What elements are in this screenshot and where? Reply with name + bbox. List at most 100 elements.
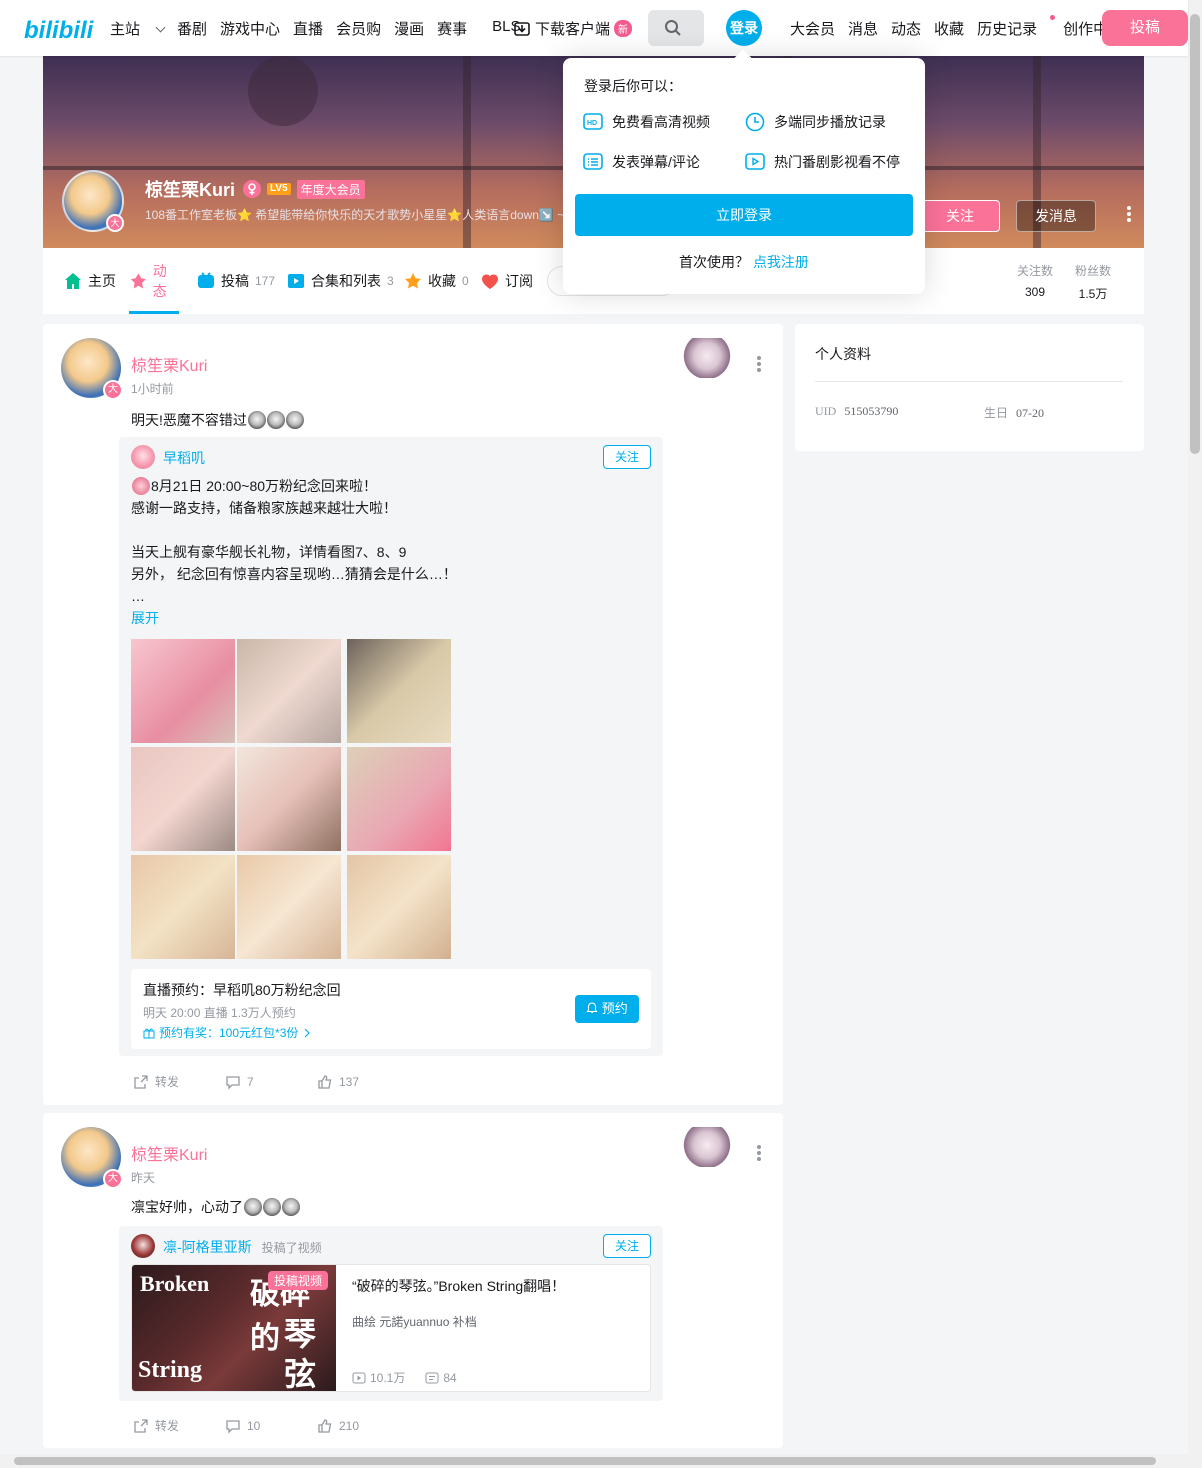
emoji-icon (132, 477, 150, 495)
nav-messages[interactable]: 消息 (848, 18, 878, 39)
reserve-label: 预约 (601, 1001, 628, 1016)
download-client-link[interactable]: 下载客户端 新 (513, 18, 633, 39)
repost-author-name[interactable]: 凛-阿格里亚斯 (163, 1239, 252, 1255)
nav-main-station[interactable]: 主站 (110, 18, 166, 39)
register-link[interactable]: 点我注册 (753, 254, 809, 270)
nav-vip[interactable]: 大会员 (790, 18, 835, 39)
grid-image[interactable] (237, 747, 341, 851)
comment-button[interactable]: 7 (225, 1073, 317, 1090)
scrollbar-thumb[interactable] (1190, 14, 1200, 454)
nav-bangumi[interactable]: 番剧 (177, 18, 207, 39)
like-count: 210 (339, 1418, 360, 1433)
repost-author-avatar[interactable] (131, 445, 155, 469)
tab-subscriptions[interactable]: 订阅 (480, 248, 533, 314)
tab-dynamics[interactable]: 动态 (129, 248, 179, 314)
grid-image[interactable] (237, 639, 341, 743)
tab-collections[interactable]: 合集和列表 3 (286, 248, 394, 314)
forward-button[interactable]: 转发 (133, 1073, 225, 1090)
level-badge: LV5 (267, 183, 291, 195)
expand-link[interactable]: 展开 (131, 607, 651, 629)
nav-game-center[interactable]: 游戏中心 (220, 18, 280, 39)
video-title[interactable]: “破碎的琴弦。”Broken String翻唱！ (352, 1276, 565, 1296)
video-cover[interactable]: Broken String 破碎的 琴 弦 投稿视频 (132, 1265, 336, 1391)
list-icon (583, 153, 603, 170)
vertical-scrollbar[interactable] (1188, 0, 1202, 1468)
login-now-button[interactable]: 立即登录 (575, 194, 913, 236)
video-card[interactable]: Broken String 破碎的 琴 弦 投稿视频 “破碎的琴弦。”Broke… (131, 1264, 651, 1392)
follow-button[interactable]: 关注 (920, 200, 1000, 232)
repost-author-row: 凛-阿格里亚斯 投稿了视频 (163, 1237, 322, 1257)
svg-text:bilibili: bilibili (24, 17, 95, 44)
send-message-button[interactable]: 发消息 (1016, 200, 1096, 232)
horizontal-scrollbar[interactable] (0, 1454, 1188, 1468)
tab-label: 投稿 (221, 273, 249, 289)
live-reservation-card[interactable]: 直播预约：早稻叽80万粉纪念回 明天 20:00 直播 1.3万人预约 预约有奖… (131, 969, 651, 1049)
bilibili-logo[interactable]: bilibili (24, 12, 96, 44)
nav-manga[interactable]: 漫画 (394, 18, 424, 39)
upload-button[interactable]: 投稿 (1102, 10, 1188, 46)
reposted-card[interactable]: 凛-阿格里亚斯 投稿了视频 关注 Broken String 破碎的 琴 弦 投… (119, 1226, 663, 1401)
post-author-name[interactable]: 椋笙栗Kuri (131, 1141, 207, 1165)
grid-image[interactable] (347, 747, 451, 851)
post-author-name[interactable]: 椋笙栗Kuri (131, 352, 207, 376)
video-stats: 10.1万 84 (352, 1369, 457, 1386)
tab-home[interactable]: 主页 (63, 248, 116, 314)
following-stat[interactable]: 关注数 309 (1017, 262, 1053, 299)
nav-live[interactable]: 直播 (293, 18, 323, 39)
share-icon (134, 1418, 148, 1433)
tab-count: 177 (255, 274, 276, 288)
post-time: 昨天 (131, 1171, 156, 1185)
repost-author-avatar[interactable] (131, 1234, 155, 1258)
reserve-button[interactable]: 预约 (575, 995, 639, 1023)
scrollbar-thumb[interactable] (14, 1457, 1156, 1465)
feature-bangumi: 热门番剧影视看不停 (745, 152, 900, 172)
like-button[interactable]: 210 (317, 1417, 359, 1434)
post-author-avatar[interactable]: 大 (61, 338, 123, 400)
post-author-avatar[interactable]: 大 (61, 1127, 123, 1189)
feature-label: 多端同步播放记录 (774, 114, 886, 130)
emoji-icon (244, 1198, 262, 1216)
nav-history[interactable]: 历史记录 (977, 15, 1056, 39)
grid-image[interactable] (347, 855, 451, 959)
profile-info-panel: 个人资料 UID 515053790 生日 07-20 (795, 324, 1144, 451)
nav-dynamics[interactable]: 动态 (891, 18, 921, 39)
reposted-card[interactable]: 早稻叽 关注 8月21日 20:00~80万粉纪念回来啦！ 感谢一路支持，储备粮… (119, 437, 663, 1056)
nav-shop[interactable]: 会员购 (336, 18, 381, 39)
comment-button[interactable]: 10 (225, 1417, 317, 1434)
comment-icon (226, 1419, 240, 1434)
repost-line (131, 519, 651, 541)
search-button[interactable] (648, 10, 704, 46)
live-prize-link[interactable]: 预约有奖：100元红包*3份 (143, 1024, 312, 1041)
fans-stat[interactable]: 粉丝数 1.5万 (1075, 262, 1111, 302)
grid-image[interactable] (131, 639, 235, 743)
avatar-badge: 大 (106, 214, 124, 232)
more-options-icon[interactable] (1124, 206, 1134, 226)
like-button[interactable]: 137 (317, 1073, 359, 1090)
login-avatar-button[interactable]: 登录 (726, 10, 762, 46)
comment-count: 7 (247, 1074, 254, 1089)
decoration-image (683, 338, 731, 378)
repost-follow-button[interactable]: 关注 (603, 1234, 651, 1258)
forward-button[interactable]: 转发 (133, 1417, 225, 1434)
repost-author-name[interactable]: 早稻叽 (163, 448, 205, 468)
feature-comment: 发表弹幕/评论 (583, 152, 700, 172)
tab-label: 订阅 (505, 273, 533, 289)
repost-follow-button[interactable]: 关注 (603, 445, 651, 469)
comment-count: 10 (247, 1418, 261, 1433)
nav-favorites[interactable]: 收藏 (934, 18, 964, 39)
post-more-icon[interactable] (757, 356, 761, 374)
post-text: 凛宝好帅，心动了 (131, 1197, 300, 1217)
download-label: 下载客户端 (535, 21, 611, 38)
tab-favorites[interactable]: 收藏 0 (403, 248, 469, 314)
user-avatar[interactable]: 大 (62, 170, 124, 232)
grid-image[interactable] (347, 639, 451, 743)
tab-label: 主页 (88, 273, 116, 289)
tab-uploads[interactable]: 投稿 177 (196, 248, 275, 314)
thumb-up-icon (318, 1074, 332, 1089)
grid-image[interactable] (131, 747, 235, 851)
feature-label: 发表弹幕/评论 (612, 154, 700, 170)
post-more-icon[interactable] (757, 1145, 761, 1163)
nav-esports[interactable]: 赛事 (437, 18, 467, 39)
grid-image[interactable] (131, 855, 235, 959)
grid-image[interactable] (237, 855, 341, 959)
